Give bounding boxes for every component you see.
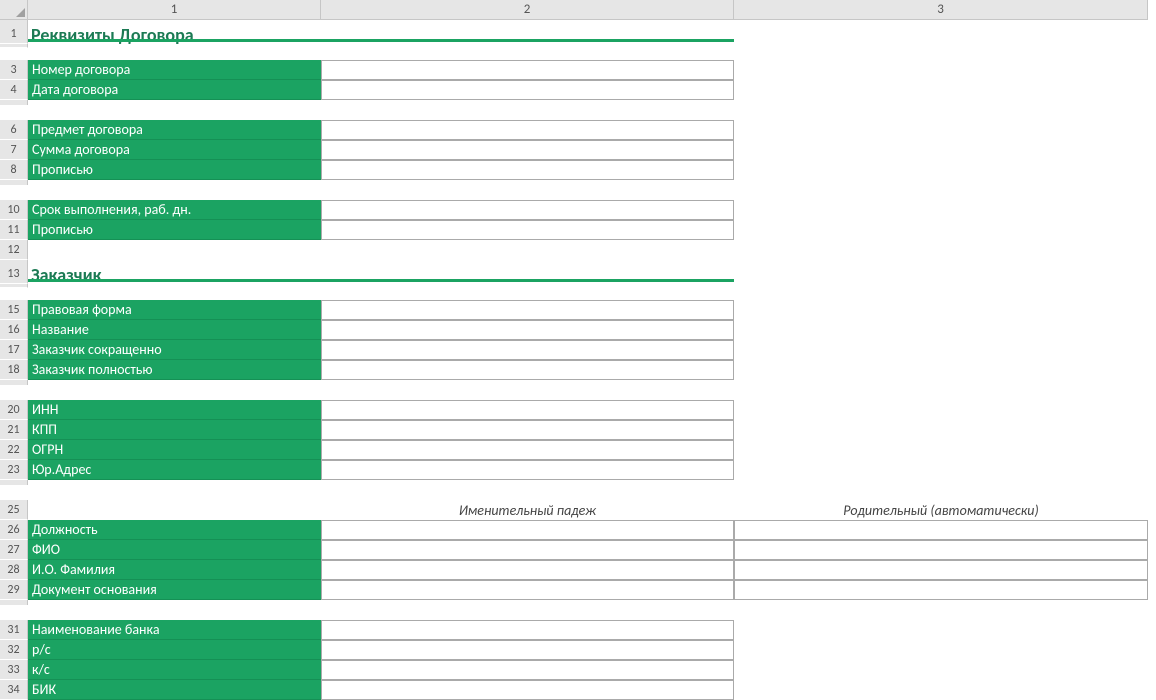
label-subject[interactable]: Предмет договора: [28, 120, 321, 140]
row-header-11[interactable]: 11: [0, 220, 28, 240]
row-header-32[interactable]: 32: [0, 640, 28, 660]
input-io-surname-gen[interactable]: [734, 560, 1148, 580]
input-name[interactable]: [321, 320, 734, 340]
row-header-12[interactable]: 12: [0, 240, 28, 260]
label-deadline[interactable]: Срок выполнения, раб. дн.: [28, 200, 321, 220]
row-header-3[interactable]: 3: [0, 60, 28, 80]
input-subject[interactable]: [321, 120, 734, 140]
select-all-corner[interactable]: [0, 0, 28, 20]
input-contract-no[interactable]: [321, 60, 734, 80]
label-bik[interactable]: БИК: [28, 680, 321, 700]
col-header-1[interactable]: 1: [28, 0, 321, 20]
section-underline-1: [28, 39, 734, 42]
col-header-3[interactable]: 3: [734, 0, 1148, 20]
input-position-nom[interactable]: [321, 520, 734, 540]
input-inn[interactable]: [321, 400, 734, 420]
input-addr[interactable]: [321, 460, 734, 480]
row-spacer-30: [0, 600, 28, 605]
input-bank-name[interactable]: [321, 620, 734, 640]
label-name[interactable]: Название: [28, 320, 321, 340]
row-header-31[interactable]: 31: [0, 620, 28, 640]
input-kpp[interactable]: [321, 420, 734, 440]
header-nominative[interactable]: Именительный падеж: [321, 500, 734, 520]
label-inn[interactable]: ИНН: [28, 400, 321, 420]
label-amount-words[interactable]: Прописью: [28, 160, 321, 180]
section-underline-2: [28, 279, 734, 282]
label-short[interactable]: Заказчик сокращенно: [28, 340, 321, 360]
row-header-22[interactable]: 22: [0, 440, 28, 460]
label-position[interactable]: Должность: [28, 520, 321, 540]
label-contract-date[interactable]: Дата договора: [28, 80, 321, 100]
row-header-16[interactable]: 16: [0, 320, 28, 340]
label-acct[interactable]: р/с: [28, 640, 321, 660]
row-header-27[interactable]: 27: [0, 540, 28, 560]
row-header-18[interactable]: 18: [0, 360, 28, 380]
row-header-6[interactable]: 6: [0, 120, 28, 140]
label-fio[interactable]: ФИО: [28, 540, 321, 560]
input-amount-words[interactable]: [321, 160, 734, 180]
col-header-2[interactable]: 2: [321, 0, 734, 20]
row-header-17[interactable]: 17: [0, 340, 28, 360]
row-header-25[interactable]: 25: [0, 500, 28, 520]
row-header-8[interactable]: 8: [0, 160, 28, 180]
row-header-23[interactable]: 23: [0, 460, 28, 480]
row-spacer-9: [0, 180, 28, 185]
input-fio-gen[interactable]: [734, 540, 1148, 560]
input-short[interactable]: [321, 340, 734, 360]
label-amount[interactable]: Сумма договора: [28, 140, 321, 160]
label-contract-no[interactable]: Номер договора: [28, 60, 321, 80]
row-header-21[interactable]: 21: [0, 420, 28, 440]
label-legal-form[interactable]: Правовая форма: [28, 300, 321, 320]
row-spacer-5: [0, 100, 28, 105]
row-spacer-24: [0, 480, 28, 485]
input-basis-doc-nom[interactable]: [321, 580, 734, 600]
input-ogrn[interactable]: [321, 440, 734, 460]
input-legal-form[interactable]: [321, 300, 734, 320]
input-io-surname-nom[interactable]: [321, 560, 734, 580]
input-amount[interactable]: [321, 140, 734, 160]
input-bik[interactable]: [321, 680, 734, 700]
label-deadline-words[interactable]: Прописью: [28, 220, 321, 240]
row-header-4[interactable]: 4: [0, 80, 28, 100]
row-header-28[interactable]: 28: [0, 560, 28, 580]
input-acct[interactable]: [321, 640, 734, 660]
input-position-gen[interactable]: [734, 520, 1148, 540]
spreadsheet-grid: 1 2 3 1 Реквизиты Договора 3 Номер догов…: [0, 0, 1156, 700]
input-deadline-words[interactable]: [321, 220, 734, 240]
input-deadline[interactable]: [321, 200, 734, 220]
label-basis-doc[interactable]: Документ основания: [28, 580, 321, 600]
label-addr[interactable]: Юр.Адрес: [28, 460, 321, 480]
label-ogrn[interactable]: ОГРН: [28, 440, 321, 460]
row-header-20[interactable]: 20: [0, 400, 28, 420]
input-basis-doc-gen[interactable]: [734, 580, 1148, 600]
input-fio-nom[interactable]: [321, 540, 734, 560]
row-header-15[interactable]: 15: [0, 300, 28, 320]
input-contract-date[interactable]: [321, 80, 734, 100]
label-corr-acct[interactable]: к/с: [28, 660, 321, 680]
row-spacer-14: [0, 280, 28, 284]
row-header-29[interactable]: 29: [0, 580, 28, 600]
row-spacer-19: [0, 380, 28, 385]
row-header-33[interactable]: 33: [0, 660, 28, 680]
input-corr-acct[interactable]: [321, 660, 734, 680]
label-bank-name[interactable]: Наименование банка: [28, 620, 321, 640]
row-header-spacer-a: [0, 40, 28, 44]
row-header-26[interactable]: 26: [0, 520, 28, 540]
header-genitive[interactable]: Родительный (автоматически): [734, 500, 1148, 520]
label-io-surname[interactable]: И.О. Фамилия: [28, 560, 321, 580]
row-header-7[interactable]: 7: [0, 140, 28, 160]
input-full[interactable]: [321, 360, 734, 380]
label-full[interactable]: Заказчик полностью: [28, 360, 321, 380]
label-kpp[interactable]: КПП: [28, 420, 321, 440]
row-header-34[interactable]: 34: [0, 680, 28, 700]
row-header-10[interactable]: 10: [0, 200, 28, 220]
